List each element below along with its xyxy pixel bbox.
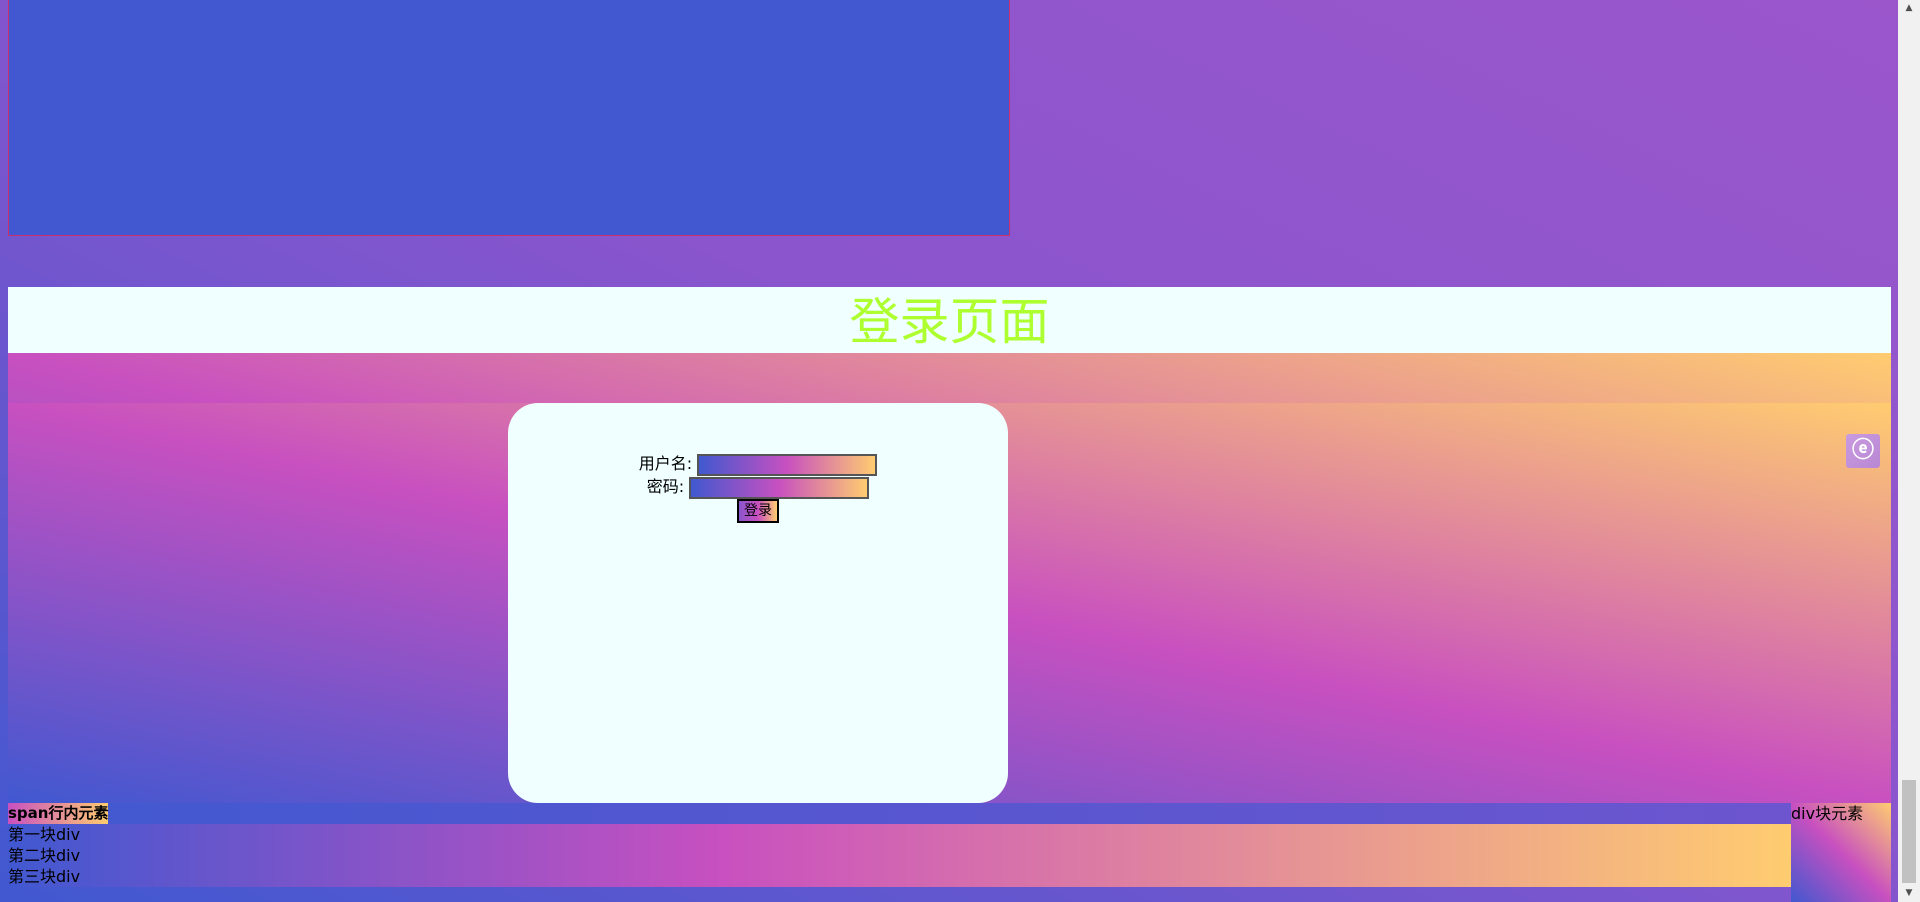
top-color-block	[8, 0, 1010, 236]
scroll-down-arrow-icon[interactable]: ▼	[1898, 885, 1920, 902]
footer-bar	[8, 803, 1891, 824]
submit-row: 登录	[508, 499, 1008, 523]
scroll-thumb[interactable]	[1902, 780, 1916, 883]
username-label: 用户名:	[638, 454, 693, 473]
page-header: 登录页面	[8, 287, 1891, 353]
login-card: 用户名: 密码: 登录	[508, 403, 1008, 803]
page-title: 登录页面	[849, 293, 1050, 351]
list-item: 第一块div	[8, 825, 81, 844]
div-block-element: div块元素	[1791, 803, 1891, 902]
username-row: 用户名:	[508, 453, 1008, 476]
password-input[interactable]	[689, 476, 870, 499]
username-input[interactable]	[697, 453, 878, 476]
login-button[interactable]: 登录	[737, 499, 779, 523]
password-label: 密码:	[646, 477, 685, 496]
password-row: 密码:	[508, 476, 1008, 499]
e-icon[interactable]: ⓔ	[1846, 434, 1880, 468]
vertical-scrollbar[interactable]: ▲ ▼	[1898, 0, 1920, 902]
list-item: 第二块div	[8, 846, 81, 865]
span-inline-element: span行内元素	[8, 803, 109, 824]
page-background: 登录页面 用户名: 密码: 登录 ⓔ span行内元素 div块元素 第一块di…	[0, 0, 1898, 902]
div-list: 第一块div 第二块div 第三块div	[8, 824, 1791, 887]
main-section: 用户名: 密码: 登录	[8, 353, 1891, 803]
list-item: 第三块div	[8, 867, 81, 886]
scroll-up-arrow-icon[interactable]: ▲	[1898, 0, 1920, 17]
